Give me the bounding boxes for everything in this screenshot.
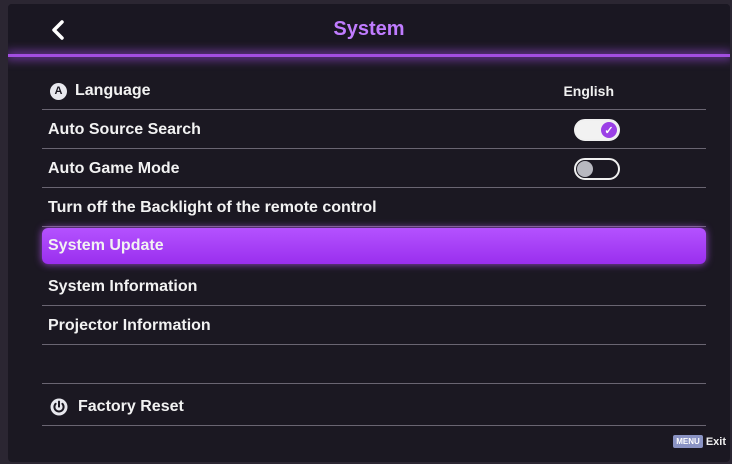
divider	[42, 383, 706, 384]
language-value: English	[563, 83, 614, 99]
header: System	[8, 4, 730, 57]
menu-item-factory-reset[interactable]: Factory Reset	[42, 388, 706, 426]
auto-game-mode-toggle[interactable]	[574, 158, 620, 180]
menu-item-label: Turn off the Backlight of the remote con…	[48, 199, 377, 216]
menu-item-remote-backlight[interactable]: Turn off the Backlight of the remote con…	[42, 189, 706, 227]
menu-key-icon: MENU	[673, 435, 703, 448]
menu-item-label: System Update	[48, 237, 164, 254]
menu-item-label: Language	[75, 82, 151, 99]
menu-item-auto-source-search[interactable]: Auto Source Search ✓	[42, 111, 706, 149]
menu-item-auto-game-mode[interactable]: Auto Game Mode	[42, 150, 706, 188]
power-reset-icon	[50, 398, 68, 416]
toggle-knob	[577, 161, 593, 177]
header-divider	[8, 54, 730, 57]
menu-item-system-update[interactable]: System Update	[42, 228, 706, 264]
divider	[42, 305, 706, 306]
language-a-icon: A	[50, 82, 67, 100]
menu-item-projector-information[interactable]: Projector Information	[42, 307, 706, 345]
divider	[42, 109, 706, 110]
check-icon: ✓	[601, 122, 617, 138]
system-settings-screen: System A Language English Auto Source Se…	[8, 4, 730, 462]
menu-item-label: Auto Game Mode	[48, 160, 180, 177]
divider	[42, 344, 706, 345]
menu-item-label: Projector Information	[48, 317, 211, 334]
exit-hint[interactable]: MENU Exit	[673, 435, 726, 448]
divider	[42, 425, 706, 426]
auto-source-search-toggle[interactable]: ✓	[574, 119, 620, 141]
menu-item-label: Factory Reset	[78, 398, 184, 415]
menu-item-label: Auto Source Search	[48, 121, 201, 138]
exit-label: Exit	[705, 435, 726, 448]
menu-item-empty	[42, 346, 706, 384]
page-title: System	[333, 18, 405, 40]
divider	[42, 148, 706, 149]
divider	[42, 226, 706, 227]
divider	[42, 187, 706, 188]
menu-item-label: System Information	[48, 278, 198, 295]
menu-item-system-information[interactable]: System Information	[42, 268, 706, 306]
menu-item-language[interactable]: A Language English	[42, 72, 706, 110]
